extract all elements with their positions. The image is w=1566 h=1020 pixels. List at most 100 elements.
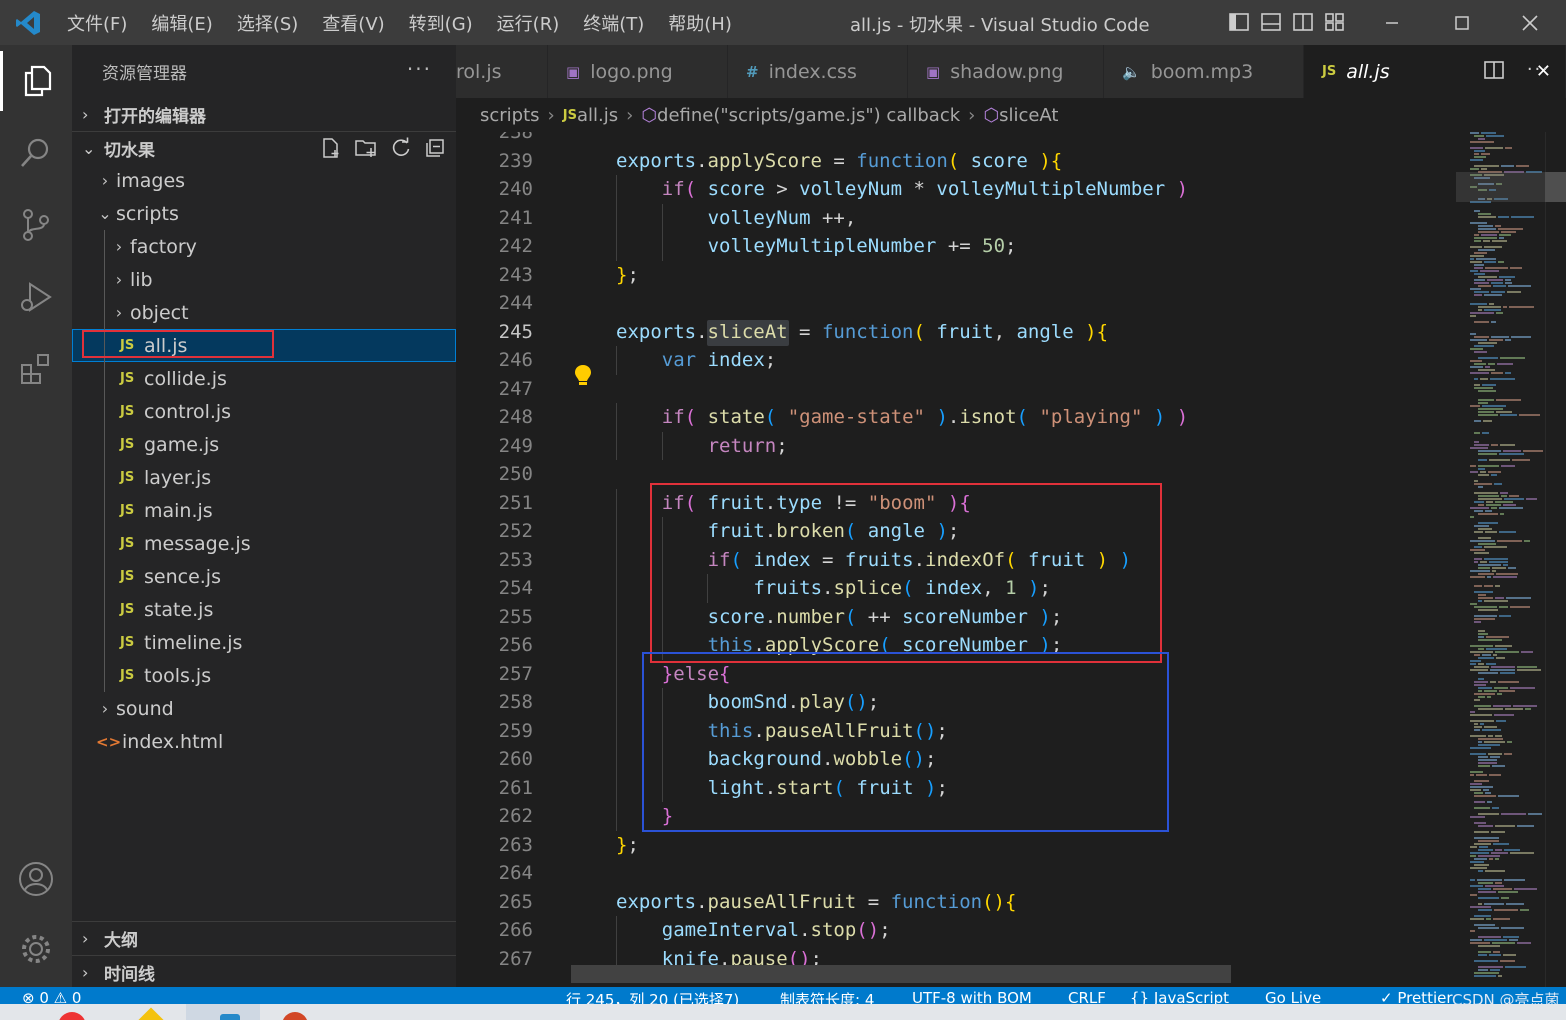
refresh-icon[interactable]	[390, 137, 412, 159]
indent-guide	[615, 203, 617, 232]
menu-item[interactable]: 选择(S)	[225, 10, 310, 36]
scrollbar-thumb[interactable]	[1545, 172, 1566, 202]
breadcrumb-item[interactable]: sliceAt	[999, 105, 1058, 126]
file-item[interactable]: JS timeline.js	[72, 626, 456, 659]
tab-rol-js[interactable]: rol.js	[456, 45, 548, 98]
code-line: 243};	[456, 261, 1456, 290]
menu-item[interactable]: 文件(F)	[55, 10, 139, 36]
file-item[interactable]: JS collide.js	[72, 362, 456, 395]
menu-item[interactable]: 编辑(E)	[139, 10, 224, 36]
settings-gear-icon[interactable]	[0, 919, 72, 979]
breadcrumb-item[interactable]: define("scripts/game.js") callback	[657, 105, 960, 126]
minimap-token	[1501, 927, 1524, 929]
minimize-button[interactable]	[1372, 8, 1412, 38]
toggle-sidebar-icon[interactable]	[1228, 11, 1250, 33]
language-mode[interactable]: {} JavaScript	[1130, 989, 1229, 1004]
minimap-token	[1470, 141, 1494, 143]
minimap-token	[1474, 606, 1497, 608]
code-token: volleyMultipleNumber	[707, 235, 937, 257]
prettier-status[interactable]: ✓ Prettier	[1380, 989, 1453, 1004]
minimap-slider[interactable]	[1456, 172, 1552, 202]
file-item[interactable]: JS game.js	[72, 428, 456, 461]
file-item[interactable]: <> index.html	[72, 725, 456, 758]
code-editor[interactable]: 238 239 exports.applyScore = function( sco…	[456, 132, 1456, 987]
tab-logo-png[interactable]: ▣ logo.png	[548, 45, 728, 98]
tab-shadow-png[interactable]: ▣ shadow.png	[908, 45, 1104, 98]
split-editor-icon[interactable]	[1483, 59, 1505, 81]
file-item[interactable]: JS layer.js	[72, 461, 456, 494]
minimap[interactable]	[1456, 132, 1552, 987]
tab-boom-mp3[interactable]: 🔈 boom.mp3	[1104, 45, 1304, 98]
split-layout-icon[interactable]	[1292, 11, 1314, 33]
cursor-position[interactable]: 行 245，列 20 (已选择7)	[566, 989, 739, 1004]
vertical-scrollbar[interactable]	[1545, 132, 1566, 987]
timeline-section[interactable]: › 时间线	[72, 955, 456, 987]
file-item[interactable]: JS sence.js	[72, 560, 456, 593]
accounts-icon[interactable]	[0, 849, 72, 909]
file-item[interactable]: JS message.js	[72, 527, 456, 560]
code-token: )	[1153, 406, 1166, 428]
go-live-button[interactable]: Go Live	[1265, 989, 1321, 1004]
folder-section[interactable]: ⌄ 切水果	[72, 131, 456, 164]
folder-item[interactable]: › sound	[72, 692, 456, 725]
toggle-panel-icon[interactable]	[1260, 11, 1282, 33]
maximize-button[interactable]	[1442, 8, 1482, 38]
taskbar-app-icon[interactable]	[135, 1007, 167, 1020]
folder-item[interactable]: › lib	[72, 263, 456, 296]
new-file-icon[interactable]	[320, 137, 342, 159]
menu-item[interactable]: 运行(R)	[485, 10, 572, 36]
indentation[interactable]: 制表符长度: 4	[780, 989, 874, 1004]
menu-item[interactable]: 终端(T)	[571, 10, 656, 36]
tab-index-css[interactable]: # index.css	[728, 45, 908, 98]
code-token: stop	[810, 919, 857, 941]
outline-section[interactable]: › 大纲	[72, 922, 456, 955]
file-item[interactable]: JS tools.js	[72, 659, 456, 692]
file-item[interactable]: JS main.js	[72, 494, 456, 527]
menu-item[interactable]: 帮助(H)	[656, 10, 744, 36]
indent-guide	[615, 773, 617, 802]
more-actions-icon[interactable]: ···	[1527, 59, 1550, 81]
explorer-icon[interactable]	[0, 51, 72, 111]
code-token: ,	[993, 320, 1017, 343]
minimap-token	[1478, 495, 1499, 497]
encoding[interactable]: UTF-8 with BOM	[912, 989, 1032, 1004]
folder-item[interactable]: › object	[72, 296, 456, 329]
outline-label: 大纲	[104, 931, 138, 951]
line-ending[interactable]: CRLF	[1068, 989, 1106, 1004]
taskbar-app-icon[interactable]	[58, 1012, 86, 1020]
problems-indicator[interactable]: ⊗ 0 ⚠ 0	[22, 989, 81, 1004]
collapse-all-icon[interactable]	[424, 137, 446, 159]
menu-item[interactable]: 转到(G)	[397, 10, 485, 36]
folder-item[interactable]: › factory	[72, 230, 456, 263]
vscode-taskbar-icon[interactable]	[220, 1014, 240, 1020]
minimap-token	[1484, 690, 1497, 692]
breadcrumb-item[interactable]: scripts	[480, 105, 540, 126]
folder-item[interactable]: › images	[72, 164, 456, 197]
minimap-token	[1494, 714, 1514, 716]
run-debug-icon[interactable]	[0, 267, 72, 327]
line-number: 247	[498, 377, 533, 400]
new-folder-icon[interactable]	[354, 137, 378, 159]
minimap-token	[1474, 384, 1480, 386]
menu-item[interactable]: 查看(V)	[310, 10, 396, 36]
breadcrumb-item[interactable]: all.js	[577, 105, 618, 126]
minimap-token	[1470, 246, 1482, 248]
code-token: angle	[1016, 320, 1074, 343]
search-icon[interactable]	[0, 123, 72, 183]
horizontal-scrollbar[interactable]	[571, 965, 1231, 983]
minimap-token	[1470, 348, 1483, 350]
minimap-token	[1496, 573, 1518, 575]
folder-item[interactable]: ⌄ scripts	[72, 197, 456, 230]
minimap-token	[1478, 690, 1482, 692]
more-actions-icon[interactable]: ···	[407, 57, 432, 81]
customize-layout-icon[interactable]	[1324, 11, 1346, 33]
open-editors-section[interactable]: › 打开的编辑器	[72, 97, 456, 131]
source-control-icon[interactable]	[0, 195, 72, 255]
minimap-token	[1509, 495, 1519, 497]
file-item[interactable]: JS control.js	[72, 395, 456, 428]
close-window-button[interactable]	[1510, 8, 1550, 38]
extensions-icon[interactable]	[0, 339, 72, 399]
taskbar-app-icon[interactable]	[282, 1012, 308, 1020]
file-item[interactable]: JS state.js	[72, 593, 456, 626]
minimap-token	[1500, 513, 1504, 515]
